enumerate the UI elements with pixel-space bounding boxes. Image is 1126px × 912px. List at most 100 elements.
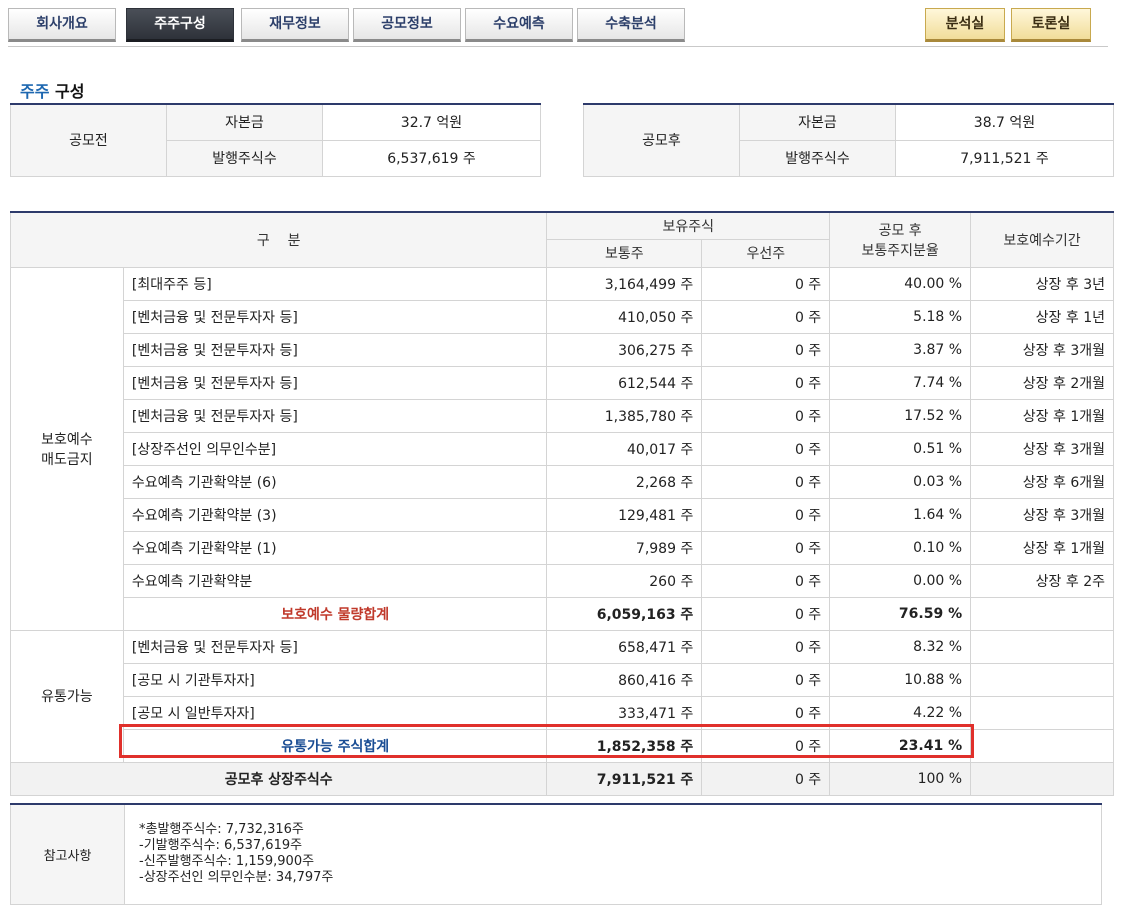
row-common: 306,275 주 xyxy=(546,332,703,367)
notes-body: *총발행주식수: 7,732,316주 -기발행주식수: 6,537,619주 … xyxy=(124,803,1102,905)
row-ratio: 7.74 % xyxy=(829,365,972,400)
notes-table: 참고사항 *총발행주식수: 7,732,316주 -기발행주식수: 6,537,… xyxy=(10,803,1102,905)
capital-label: 자본금 xyxy=(739,103,896,141)
row-name: [벤처금융 및 전문투자자 등] xyxy=(122,332,548,367)
row-common: 333,471 주 xyxy=(546,695,703,730)
table-row: 수요예측 기관확약분 (6) 2,268 주0 주 0.03 % 상장 후 6개월 xyxy=(11,464,1114,499)
table-row: [벤처금융 및 전문투자자 등] 410,050 주0 주 5.18 % 상장 후 1… xyxy=(11,299,1114,334)
subtotal-ratio: 76.59 % xyxy=(829,596,972,631)
table-row: [공모 시 일반투자자] 333,471 주0 주 4.22 % xyxy=(11,695,1114,730)
table-row: [상장주선인 의무인수분] 40,017 주0 주 0.51 % 상장 후 3개월 xyxy=(11,431,1114,466)
subtotal-preferred: 0 주 xyxy=(701,596,831,631)
table-row: [공모 시 기관투자자] 860,416 주0 주 10.88 % xyxy=(11,662,1114,697)
row-common: 612,544 주 xyxy=(546,365,703,400)
row-period: 상장 후 6개월 xyxy=(970,464,1114,499)
tab-demand-forecast[interactable]: 수요예측 xyxy=(465,8,573,42)
row-preferred: 0 주 xyxy=(701,464,831,499)
page-title: 주주 구성 xyxy=(20,78,84,102)
shareholder-table: 구 분 보유주식 공모 후 보통주지분율 보호예수기간 보통주 우선주 보호예수… xyxy=(9,211,1114,796)
row-common: 260 주 xyxy=(546,563,703,598)
capital-value: 32.7 억원 xyxy=(322,103,541,141)
group-label-lockup: 보호예수 매도금지 xyxy=(10,266,124,631)
header-holdings: 보유주식 xyxy=(546,211,831,240)
header-preferred: 우선주 xyxy=(701,238,831,268)
row-preferred: 0 주 xyxy=(701,266,831,301)
subtotal-row: 보호예수 물량합계 6,059,163 주0 주 76.59 % xyxy=(11,596,1114,631)
row-common: 658,471 주 xyxy=(546,629,703,664)
row-common: 1,385,780 주 xyxy=(546,398,703,433)
total-period xyxy=(970,761,1114,796)
row-period: 상장 후 2주 xyxy=(970,563,1114,598)
tab-analysis[interactable]: 수축분석 xyxy=(577,8,685,42)
row-period: 상장 후 3개월 xyxy=(970,431,1114,466)
row-preferred: 0 주 xyxy=(701,530,831,565)
header-ratio: 공모 후 보통주지분율 xyxy=(829,211,972,268)
row-period xyxy=(970,629,1114,664)
row-period xyxy=(970,662,1114,697)
group-label-line: 매도금지 xyxy=(41,451,93,468)
table-row: 유통가능 [벤처금융 및 전문투자자 등] 658,471 주0 주 8.32 % xyxy=(10,629,1114,763)
row-preferred: 0 주 xyxy=(701,695,831,730)
row-common: 2,268 주 xyxy=(546,464,703,499)
row-period: 상장 후 2개월 xyxy=(970,365,1114,400)
tab-analysis-room[interactable]: 분석실 xyxy=(925,8,1005,42)
row-name: [공모 시 기관투자자] xyxy=(122,662,548,697)
note-line: *총발행주식수: 7,732,316주 xyxy=(139,822,304,838)
tab-offering-info[interactable]: 공모정보 xyxy=(353,8,461,42)
header-category: 구 분 xyxy=(9,211,548,268)
subtotal-period xyxy=(970,596,1114,631)
table-row: 수요예측 기관확약분 (1) 7,989 주0 주 0.10 % 상장 후 1개월 xyxy=(11,530,1114,565)
row-period: 상장 후 3년 xyxy=(970,266,1114,301)
total-name: 공모후 상장주식수 xyxy=(9,761,548,796)
subtotal-period xyxy=(970,728,1114,763)
table-row: 수요예측 기관확약분 (3) 129,481 주0 주 1.64 % 상장 후 3개월 xyxy=(11,497,1114,532)
row-preferred: 0 주 xyxy=(701,431,831,466)
table-row: [벤처금융 및 전문투자자 등] 306,275 주0 주 3.87 % 상장 후 3… xyxy=(11,332,1114,367)
table-row: [벤처금융 및 전문투자자 등] 1,385,780 주0 주 17.52 % 상장 … xyxy=(11,398,1114,433)
note-line: -신주발행주식수: 1,159,900주 xyxy=(139,854,315,870)
row-period: 상장 후 3개월 xyxy=(970,332,1114,367)
header-ratio-line1: 공모 후 xyxy=(878,222,922,239)
tab-company-overview[interactable]: 회사개요 xyxy=(8,8,116,42)
group-label-tradable: 유통가능 xyxy=(10,629,124,763)
row-ratio: 4.22 % xyxy=(829,695,972,730)
row-name: [상장주선인 의무인수분] xyxy=(122,431,548,466)
total-ratio: 100 % xyxy=(829,761,972,796)
subtotal-common: 6,059,163 주 xyxy=(546,596,703,631)
capital-after-label: 공모후 xyxy=(583,103,740,177)
row-ratio: 0.51 % xyxy=(829,431,972,466)
row-period: 상장 후 3개월 xyxy=(970,497,1114,532)
row-name: [최대주주 등] xyxy=(122,266,548,301)
table-row: 보호예수 매도금지 [최대주주 등] 3,164,499 주0 주 40.00 % 상장 … xyxy=(10,266,1114,631)
row-ratio: 5.18 % xyxy=(829,299,972,334)
row-ratio: 0.03 % xyxy=(829,464,972,499)
capital-before-table: 공모전 자본금 32.7 억원 발행주식수 6,537,619 주 xyxy=(10,103,541,177)
row-period: 상장 후 1개월 xyxy=(970,398,1114,433)
row-preferred: 0 주 xyxy=(701,365,831,400)
row-preferred: 0 주 xyxy=(701,563,831,598)
tab-financial-info[interactable]: 재무정보 xyxy=(241,8,349,42)
capital-value: 38.7 억원 xyxy=(895,103,1114,141)
subtotal-row: 유통가능 주식합계 1,852,358 주0 주 23.41 % xyxy=(11,728,1114,763)
row-name: [벤처금융 및 전문투자자 등] xyxy=(122,629,548,664)
row-ratio: 1.64 % xyxy=(829,497,972,532)
row-name: [공모 시 일반투자자] xyxy=(122,695,548,730)
row-name: [벤처금융 및 전문투자자 등] xyxy=(122,299,548,334)
header-ratio-line2: 보통주지분율 xyxy=(861,242,939,259)
tab-discussion-room[interactable]: 토론실 xyxy=(1011,8,1091,42)
row-ratio: 40.00 % xyxy=(829,266,972,301)
row-preferred: 0 주 xyxy=(701,629,831,664)
tab-shareholder-composition[interactable]: 주주구성 xyxy=(126,8,234,42)
capital-before-label: 공모전 xyxy=(10,103,167,177)
row-ratio: 17.52 % xyxy=(829,398,972,433)
capital-label: 자본금 xyxy=(166,103,323,141)
row-common: 40,017 주 xyxy=(546,431,703,466)
row-ratio: 8.32 % xyxy=(829,629,972,664)
row-period: 상장 후 1년 xyxy=(970,299,1114,334)
table-row: 수요예측 기관확약분 260 주0 주 0.00 % 상장 후 2주 xyxy=(11,563,1114,598)
row-name: 수요예측 기관확약분 xyxy=(122,563,548,598)
shares-value: 6,537,619 주 xyxy=(322,139,541,177)
row-name: 수요예측 기관확약분 (1) xyxy=(122,530,548,565)
page-title-accent: 주주 xyxy=(20,82,50,101)
row-name: [벤처금융 및 전문투자자 등] xyxy=(122,365,548,400)
